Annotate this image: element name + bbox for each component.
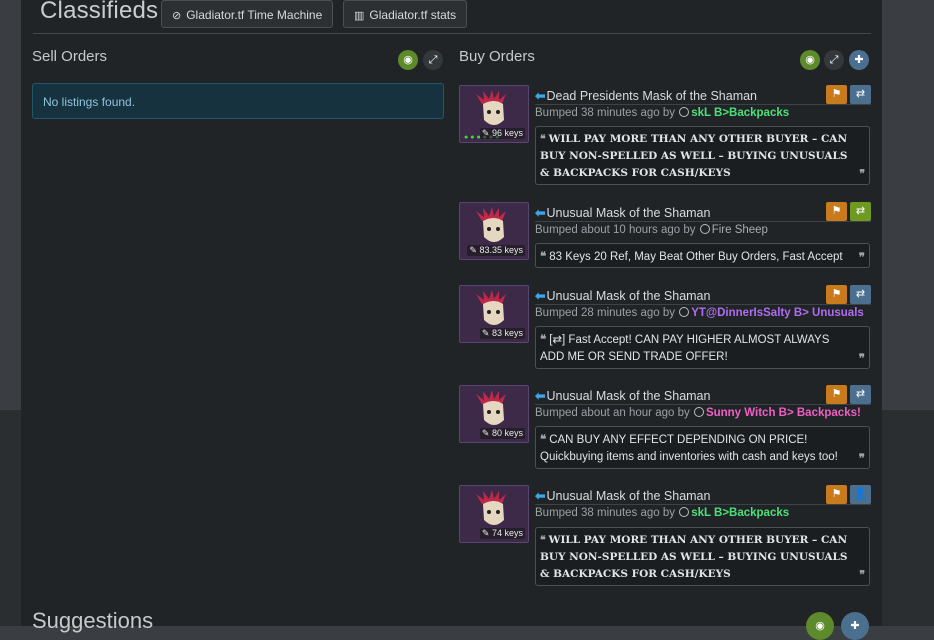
item-image[interactable]: ●●●●●● ✎ 96 keys [459, 85, 529, 143]
report-button[interactable]: ⚑ [826, 202, 847, 221]
header-divider [33, 33, 871, 34]
listing-name[interactable]: ⬅Unusual Mask of the Shaman [535, 288, 710, 303]
buy-orders-title: Buy Orders [459, 48, 535, 65]
bump-info: Bumped 38 minutes ago by skL B>Backpacks [535, 507, 790, 519]
tag-icon: ✎ [481, 328, 490, 338]
sell-orders-title: Sell Orders [32, 48, 108, 65]
bump-info: Bumped 28 minutes ago by YT@DinnerIsSalt… [535, 307, 864, 319]
expand-icon: ⤢ [428, 54, 438, 66]
listing-name[interactable]: ⬅Unusual Mask of the Shaman [535, 388, 710, 403]
trade-button[interactable]: ⇄ [850, 202, 871, 221]
buy-toggle-visibility-button[interactable]: ◉ [800, 50, 820, 70]
bump-info: Bumped about 10 hours ago by Fire Sheep [535, 224, 768, 236]
clock-icon: ⊘ [172, 10, 182, 22]
price-tag: ✎ 83.35 keys [467, 245, 525, 256]
listing-name[interactable]: ⬅Unusual Mask of the Shaman [535, 488, 710, 503]
report-button[interactable]: ⚑ [826, 85, 847, 104]
user-link[interactable]: skL B>Backpacks [691, 107, 789, 119]
trade-button[interactable]: ⇄ [850, 385, 871, 404]
flag-icon: ⚑ [831, 205, 842, 217]
flag-icon: ⚑ [831, 488, 842, 500]
listing-divider [535, 404, 871, 405]
sell-toggle-visibility-button[interactable]: ◉ [398, 50, 418, 70]
time-machine-button[interactable]: ⊘ Gladiator.tf Time Machine [161, 0, 334, 28]
stats-button[interactable]: ▥ Gladiator.tf stats [343, 0, 468, 28]
eye-icon: ◉ [403, 54, 413, 66]
flag-icon: ⚑ [831, 388, 842, 400]
price-tag: ✎ 96 keys [479, 128, 525, 139]
listing-divider [535, 104, 871, 105]
mask-of-the-shaman-icon [476, 290, 506, 325]
listing-comment: ❝ CAN BUY ANY EFFECT DEPENDING ON PRICE! … [535, 426, 870, 469]
listing-divider [535, 221, 871, 222]
quote-icon: ❝ [540, 534, 546, 546]
eye-icon: ◉ [805, 54, 815, 66]
item-image[interactable]: ✎ 83 keys [459, 285, 529, 343]
report-button[interactable]: ⚑ [826, 485, 847, 504]
classifieds-panel: Classifieds ⊘ Gladiator.tf Time Machine ▥… [21, 0, 882, 640]
suggestions-toggle-visibility-button[interactable]: ◉ [806, 612, 834, 640]
bump-info: Bumped 38 minutes ago by skL B>Backpacks [535, 107, 790, 119]
listing-comment: ❝ WILL PAY MORE THAN ANY OTHER BUYER – CA… [535, 126, 870, 185]
item-image[interactable]: ✎ 83.35 keys [459, 202, 529, 260]
expand-icon: ⤢ [829, 54, 839, 66]
add-friend-icon: 👤 [853, 488, 868, 500]
price-tag: ✎ 80 keys [479, 428, 525, 439]
mask-of-the-shaman-icon [476, 390, 506, 425]
quote-icon: ❝ [540, 249, 547, 263]
plus-icon: ✚ [850, 620, 860, 632]
user-link[interactable]: skL B>Backpacks [691, 507, 789, 519]
listing-divider [535, 504, 871, 505]
price-tag: ✎ 83 keys [479, 328, 525, 339]
listing-comment: ❝ 83 Keys 20 Ref, May Beat Other Buy Orde… [535, 243, 870, 268]
trade-icon: ⇄ [855, 388, 866, 400]
tag-icon: ✎ [481, 528, 490, 538]
trade-icon: ⇄ [855, 288, 866, 300]
mask-of-the-shaman-icon [476, 90, 506, 125]
suggestions-title: Suggestions [32, 608, 154, 633]
price-tag: ✎ 74 keys [479, 528, 525, 539]
quote-icon: ❝ [540, 432, 547, 446]
suggestions-add-button[interactable]: ✚ [841, 612, 869, 640]
user-link[interactable]: Fire Sheep [712, 224, 768, 236]
tag-icon: ✎ [481, 128, 490, 138]
bar-chart-icon: ▥ [354, 10, 365, 22]
report-button[interactable]: ⚑ [826, 285, 847, 304]
item-image[interactable]: ✎ 74 keys [459, 485, 529, 543]
user-link[interactable]: YT@DinnerIsSalty B> Unusuals [691, 307, 864, 319]
sell-expand-button[interactable]: ⤢ [423, 50, 443, 70]
plus-icon: ✚ [854, 54, 864, 66]
flag-icon: ⚑ [831, 288, 842, 300]
quote-icon: ❝ [540, 332, 547, 346]
trade-button[interactable]: ⇄ [850, 285, 871, 304]
add-friend-button[interactable]: 👤 [850, 485, 871, 504]
report-button[interactable]: ⚑ [826, 385, 847, 404]
tag-icon: ✎ [481, 428, 490, 438]
quote-icon: ❝ [540, 133, 546, 145]
bump-info: Bumped about an hour ago by Sunny Witch … [535, 407, 861, 419]
tag-icon: ✎ [469, 245, 477, 255]
listing-name[interactable]: ⬅Unusual Mask of the Shaman [535, 205, 710, 220]
sell-empty-alert: No listings found. [32, 83, 444, 119]
user-link[interactable]: Sunny Witch B> Backpacks! [706, 407, 861, 419]
listing-comment: ❝ WILL PAY MORE THAN ANY OTHER BUYER – CA… [535, 527, 870, 586]
listing-name[interactable]: ⬅Dead Presidents Mask of the Shaman [535, 88, 757, 103]
buy-expand-button[interactable]: ⤢ [824, 50, 844, 70]
listing-divider [535, 304, 871, 305]
page-title: Classifieds [40, 0, 159, 24]
item-image[interactable]: ✎ 80 keys [459, 385, 529, 443]
trade-icon: ⇄ [855, 88, 866, 100]
trade-button[interactable]: ⇄ [850, 85, 871, 104]
flag-icon: ⚑ [831, 88, 842, 100]
eye-icon: ◉ [815, 620, 825, 632]
buy-add-button[interactable]: ✚ [849, 50, 869, 70]
trade-icon: ⇄ [855, 205, 866, 217]
mask-of-the-shaman-icon [476, 490, 506, 525]
listing-comment: ❝ [⇄] Fast Accept! CAN PAY HIGHER ALMOST … [535, 326, 870, 369]
mask-of-the-shaman-icon [476, 207, 506, 242]
